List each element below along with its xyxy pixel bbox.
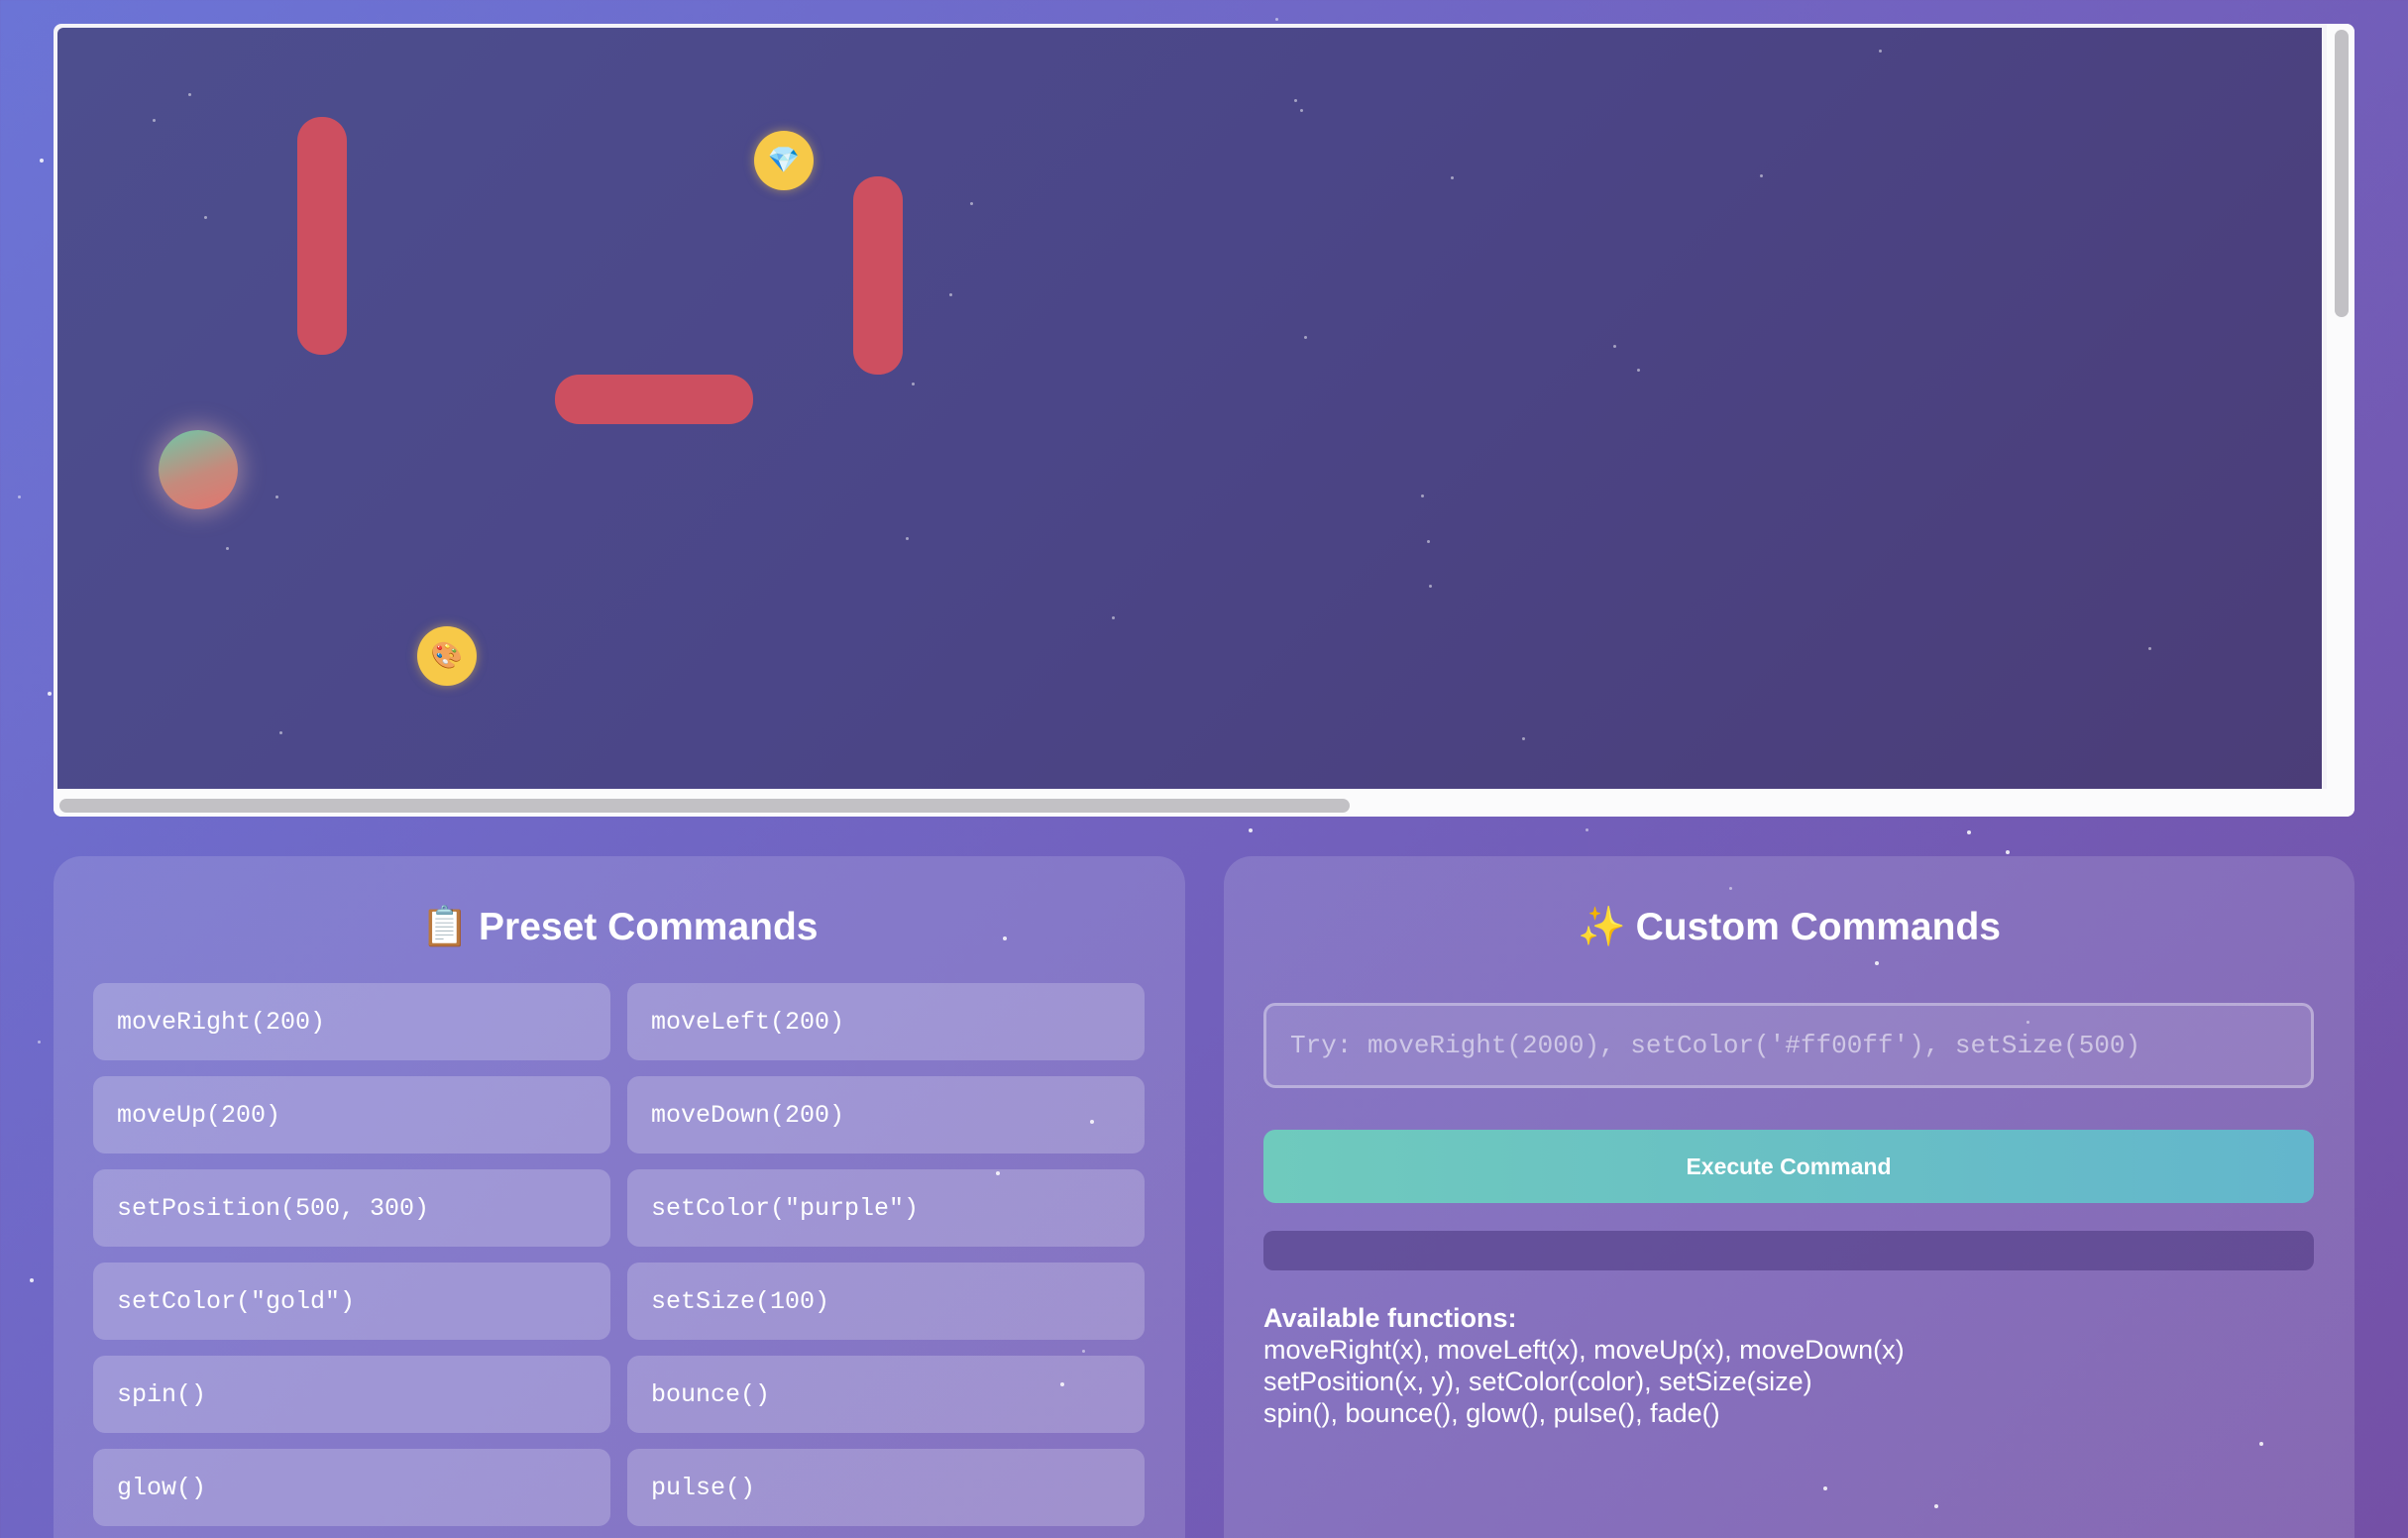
preset-bounce-button[interactable]: bounce() [627, 1356, 1145, 1433]
star [1522, 737, 1525, 740]
game-viewport[interactable]: 💎 🎨 [54, 24, 2354, 817]
command-input[interactable] [1263, 1003, 2314, 1088]
preset-set-position-button[interactable]: setPosition(500, 300) [93, 1169, 610, 1247]
custom-commands-title: ✨ Custom Commands [1578, 905, 2001, 949]
star [1967, 830, 1971, 834]
star [204, 216, 207, 219]
star [1637, 369, 1640, 372]
star [38, 1041, 41, 1044]
star [1112, 616, 1115, 619]
clipboard-icon: 📋 [420, 905, 470, 949]
star [1879, 50, 1882, 53]
help-line: spin(), bounce(), glow(), pulse(), fade(… [1263, 1398, 1720, 1428]
star [226, 547, 229, 550]
preset-move-down-button[interactable]: moveDown(200) [627, 1076, 1145, 1154]
execute-command-button[interactable]: Execute Command [1263, 1130, 2314, 1203]
star [1421, 494, 1424, 497]
preset-pulse-button[interactable]: pulse() [627, 1449, 1145, 1526]
preset-glow-button[interactable]: glow() [93, 1449, 610, 1526]
wall-obstacle [297, 117, 347, 355]
preset-move-left-button[interactable]: moveLeft(200) [627, 983, 1145, 1060]
player-orb[interactable] [159, 430, 238, 509]
preset-set-color-gold-button[interactable]: setColor("gold") [93, 1263, 610, 1340]
star [1429, 585, 1432, 588]
horizontal-scrollbar[interactable] [54, 789, 2327, 817]
star [1294, 99, 1297, 102]
star [1300, 109, 1303, 112]
star [18, 495, 21, 498]
star [949, 293, 952, 296]
sparkles-icon: ✨ [1578, 905, 1626, 949]
star [30, 1278, 34, 1282]
wall-obstacle [853, 176, 903, 375]
help-title: Available functions: [1263, 1303, 1517, 1333]
help-line: moveRight(x), moveLeft(x), moveUp(x), mo… [1263, 1335, 1905, 1365]
star [48, 692, 52, 696]
game-stage[interactable]: 💎 🎨 [57, 28, 2322, 809]
star [2006, 850, 2010, 854]
star [1586, 828, 1588, 831]
star [275, 495, 278, 498]
preset-set-size-button[interactable]: setSize(100) [627, 1263, 1145, 1340]
gem-icon: 💎 [754, 131, 814, 190]
palette-icon: 🎨 [417, 626, 477, 686]
preset-commands-panel: 📋 Preset Commands moveRight(200) moveLeft… [54, 856, 1185, 1538]
star [153, 119, 156, 122]
star [2148, 647, 2151, 650]
star [1613, 345, 1616, 348]
help-line: setPosition(x, y), setColor(color), setS… [1263, 1367, 1812, 1396]
star [1304, 336, 1307, 339]
preset-set-color-purple-button[interactable]: setColor("purple") [627, 1169, 1145, 1247]
star [40, 159, 44, 163]
star [1275, 18, 1278, 21]
custom-commands-panel: ✨Custom Commands Execute Command Availab… [1224, 856, 2354, 1538]
wall-obstacle [555, 375, 753, 424]
vertical-scrollbar-thumb[interactable] [2335, 30, 2349, 317]
star [1249, 828, 1253, 832]
available-functions-help: Available functions: moveRight(x), moveL… [1263, 1302, 2314, 1429]
horizontal-scrollbar-thumb[interactable] [59, 799, 1350, 813]
star [1427, 540, 1430, 543]
star [188, 93, 191, 96]
preset-move-right-button[interactable]: moveRight(200) [93, 983, 610, 1060]
star [279, 731, 282, 734]
star [1760, 174, 1763, 177]
command-output [1263, 1231, 2314, 1270]
star [906, 537, 909, 540]
preset-move-up-button[interactable]: moveUp(200) [93, 1076, 610, 1154]
preset-spin-button[interactable]: spin() [93, 1356, 610, 1433]
vertical-scrollbar[interactable] [2327, 24, 2354, 817]
preset-commands-title: 📋 Preset Commands [420, 905, 819, 949]
star [970, 202, 973, 205]
star [912, 383, 915, 385]
star [1451, 176, 1454, 179]
